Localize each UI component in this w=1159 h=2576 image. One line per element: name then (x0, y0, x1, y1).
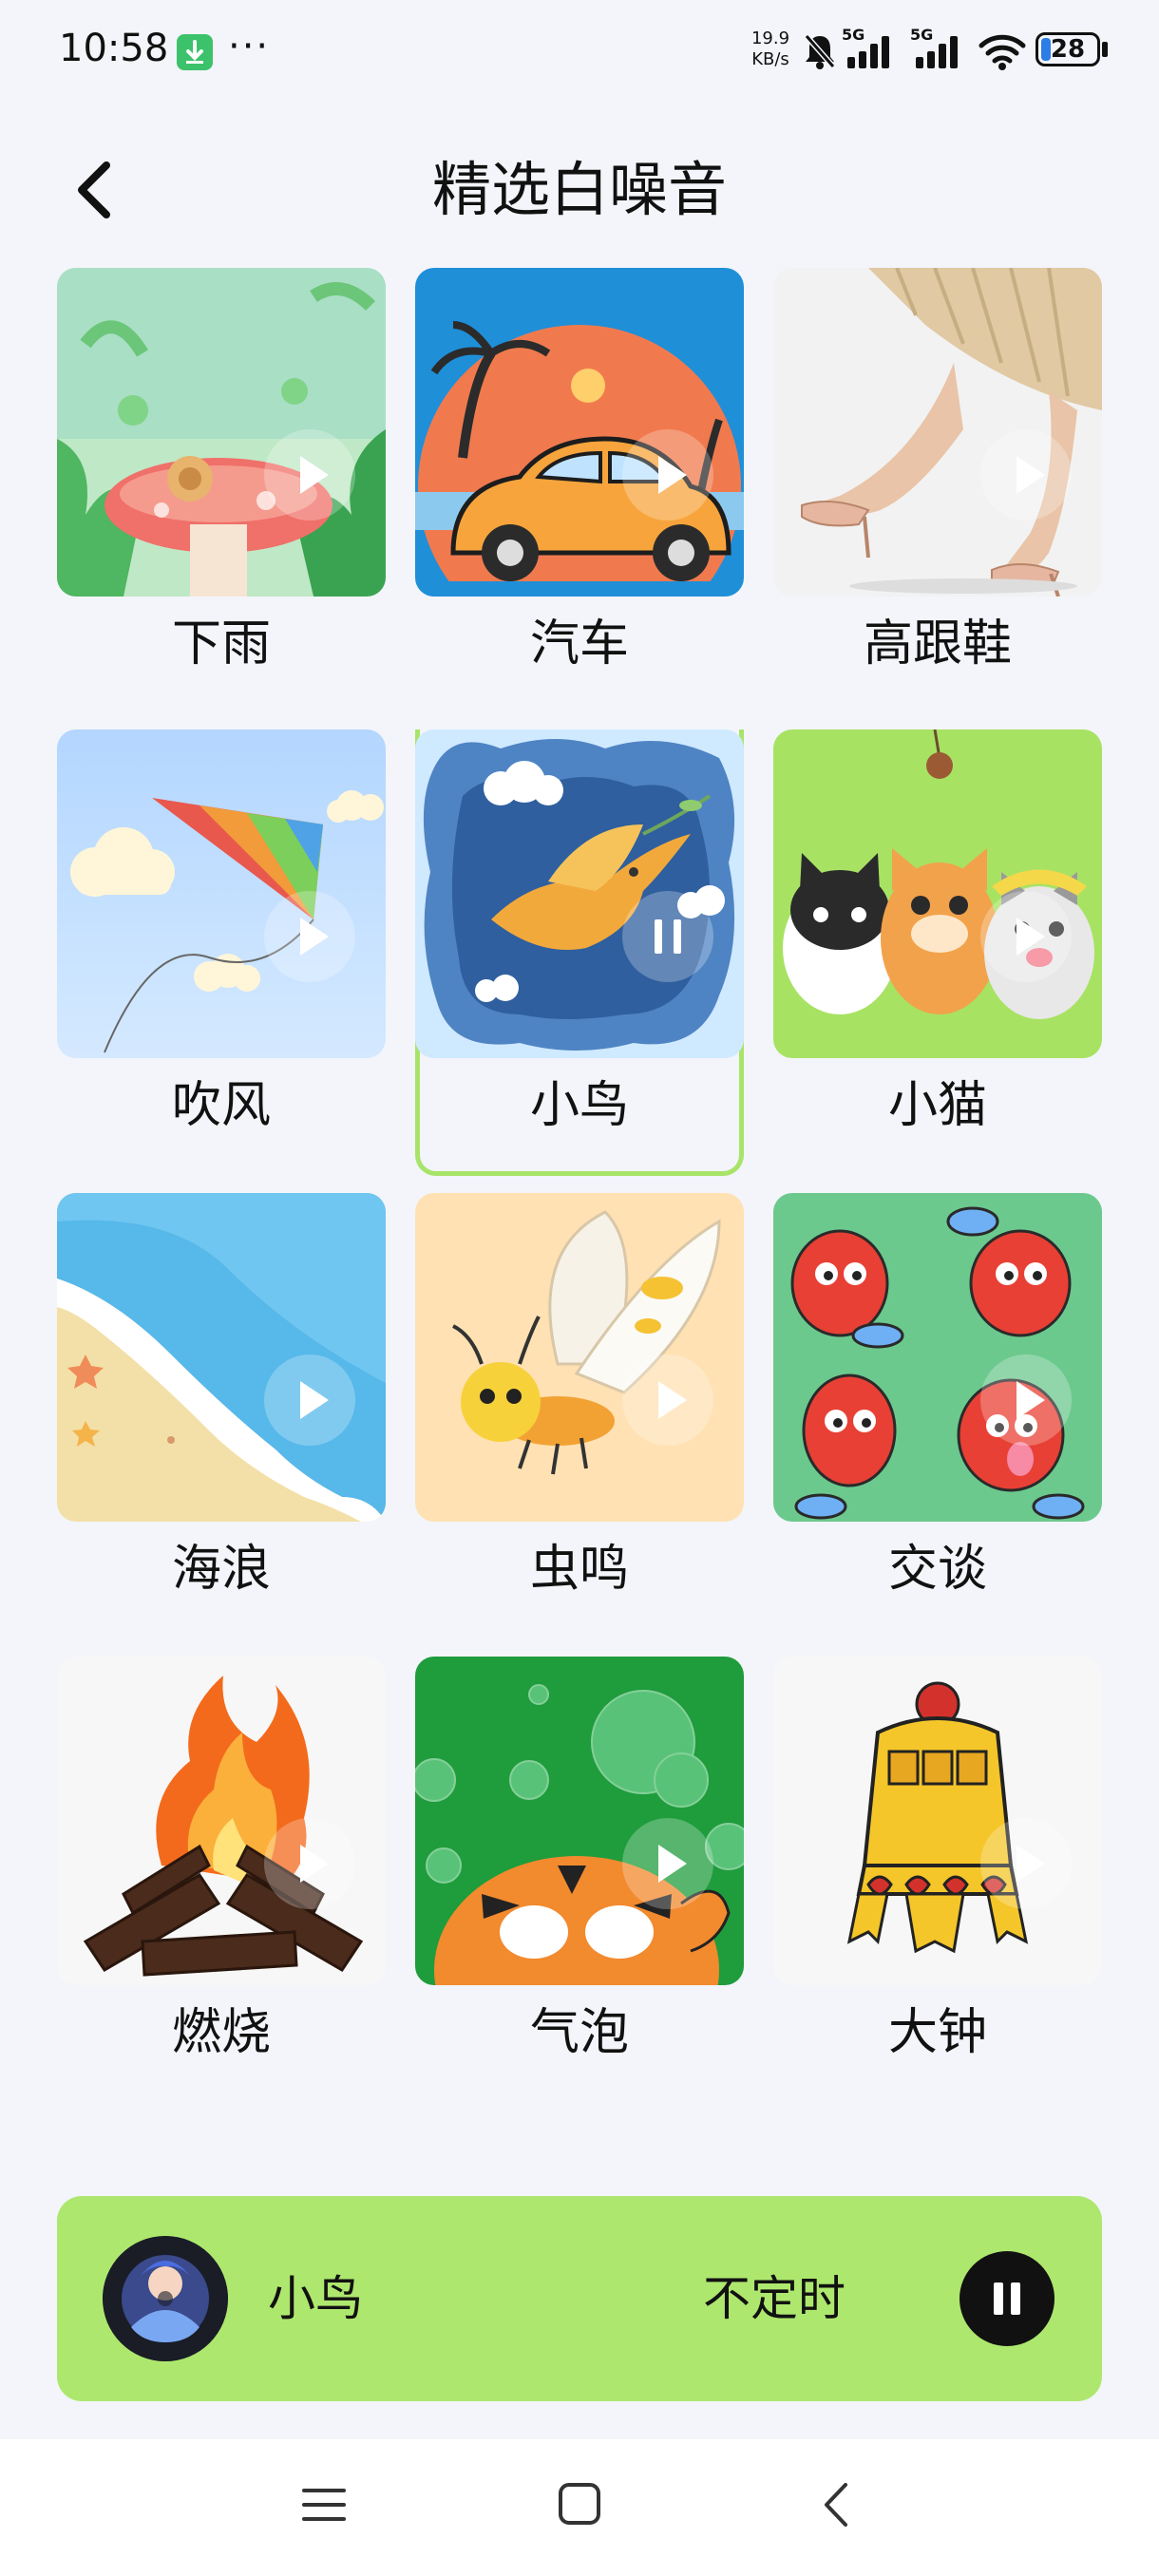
sound-label: 吹风 (171, 1077, 271, 1134)
network-speed-value: 19.9 (750, 28, 790, 48)
system-nav-bar (0, 2439, 1159, 2576)
now-playing-cover[interactable] (103, 2236, 228, 2361)
signal-1-label: 5G (842, 27, 864, 44)
download-icon (177, 34, 213, 70)
player-pause-button[interactable] (960, 2251, 1054, 2346)
sound-card-high-heels[interactable]: 高跟鞋 (773, 268, 1102, 714)
now-playing-bar[interactable]: 小鸟 不定时 (57, 2196, 1102, 2401)
home-icon[interactable] (557, 2481, 602, 2527)
play-button[interactable] (622, 429, 713, 521)
signal-icon: 5G (910, 27, 958, 68)
sound-label: 小猫 (887, 1077, 987, 1134)
network-speed-unit: KB/s (751, 49, 789, 69)
sound-label: 燃烧 (171, 2004, 271, 2061)
play-button[interactable] (622, 1818, 713, 1909)
sound-label: 大钟 (887, 2004, 987, 2061)
pause-icon (655, 919, 681, 954)
bell-off-icon (804, 34, 836, 69)
play-button[interactable] (264, 891, 355, 982)
play-icon (300, 456, 329, 494)
battery-level: 28 (1050, 35, 1086, 64)
play-button[interactable] (264, 1354, 355, 1446)
play-icon (300, 1381, 329, 1419)
play-icon (1016, 1845, 1045, 1883)
sound-card-fire[interactable]: 燃烧 (57, 1657, 386, 2103)
timer-button[interactable]: 不定时 (703, 2268, 846, 2329)
play-button[interactable] (980, 1818, 1072, 1909)
sound-card-bird[interactable]: 小鸟 (415, 729, 744, 1176)
pause-icon (994, 2282, 1003, 2315)
pause-button[interactable] (622, 891, 713, 982)
pause-icon (1011, 2282, 1020, 2315)
sound-card-cat[interactable]: 小猫 (773, 729, 1102, 1176)
menu-icon[interactable] (302, 2483, 346, 2527)
sound-card-talking[interactable]: 交谈 (773, 1193, 1102, 1639)
play-icon (1016, 1381, 1045, 1419)
battery-icon: 28 (1036, 32, 1100, 66)
sound-label: 小鸟 (529, 1077, 629, 1134)
sound-label: 交谈 (887, 1541, 987, 1598)
sound-card-bubbles[interactable]: 气泡 (415, 1657, 744, 2103)
signal-2-label: 5G (910, 27, 933, 44)
sound-label: 下雨 (171, 616, 271, 672)
status-bar: 10:58 ··· 19.9 KB/s 5G 5G 28 (0, 0, 1159, 104)
sound-label: 汽车 (529, 616, 629, 672)
now-playing-title: 小鸟 (268, 2271, 363, 2326)
sound-card-insects[interactable]: 虫鸣 (415, 1193, 744, 1639)
sound-card-rain[interactable]: 下雨 (57, 268, 386, 714)
wifi-icon (978, 34, 1026, 70)
play-button[interactable] (264, 1818, 355, 1909)
play-icon (658, 456, 687, 494)
play-button[interactable] (980, 891, 1072, 982)
sound-label: 气泡 (529, 2004, 629, 2061)
sound-card-waves[interactable]: 海浪 (57, 1193, 386, 1639)
sound-card-car[interactable]: 汽车 (415, 268, 744, 714)
play-icon (300, 918, 329, 956)
play-icon (1016, 456, 1045, 494)
page-title: 精选白噪音 (431, 155, 727, 224)
play-button[interactable] (264, 429, 355, 521)
status-time: 10:58 (59, 27, 169, 70)
play-button[interactable] (980, 429, 1072, 521)
signal-icon: 5G (842, 27, 889, 68)
play-button[interactable] (622, 1354, 713, 1446)
play-icon (1016, 918, 1045, 956)
sound-label: 虫鸣 (529, 1541, 629, 1598)
sound-label: 海浪 (171, 1541, 271, 1598)
battery-cap (1102, 42, 1108, 57)
network-speed: 19.9 KB/s (747, 28, 794, 70)
play-icon (658, 1845, 687, 1883)
sound-card-bell[interactable]: 大钟 (773, 1657, 1102, 2103)
play-icon (300, 1845, 329, 1883)
play-button[interactable] (980, 1354, 1072, 1446)
more-notifications-icon: ··· (228, 25, 271, 68)
back-icon[interactable] (817, 2481, 855, 2529)
play-icon (658, 1381, 687, 1419)
sound-card-wind[interactable]: 吹风 (57, 729, 386, 1176)
sound-label: 高跟鞋 (863, 616, 1012, 672)
